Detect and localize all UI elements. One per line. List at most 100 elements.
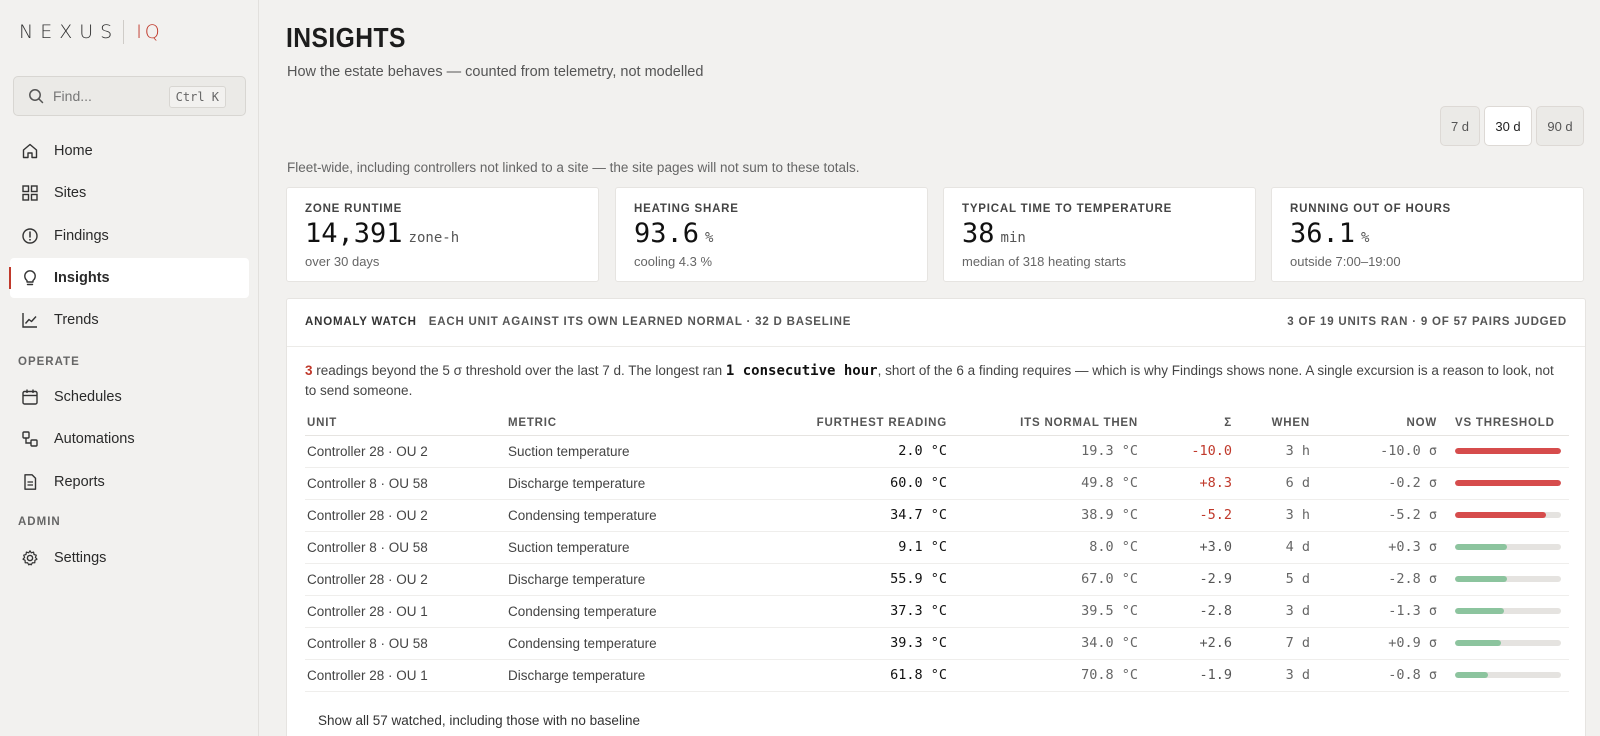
kpi-label: HEATING SHARE (634, 203, 739, 215)
furthest-cell: 9.1 °C (716, 531, 949, 564)
col-vs-threshold[interactable]: VS THRESHOLD (1439, 411, 1569, 436)
table-row[interactable]: Controller 28 · OU 2 Condensing temperatu… (305, 499, 1569, 532)
when-cell: 3 h (1234, 435, 1312, 468)
sidebar-item-settings[interactable]: Settings (10, 538, 249, 578)
threshold-bar-fill (1455, 640, 1501, 646)
panel-divider (287, 346, 1585, 347)
sidebar-item-reports[interactable]: Reports (10, 462, 249, 502)
kpi-value: 38 min (962, 218, 1026, 249)
table-row[interactable]: Controller 8 · OU 58 Condensing temperatu… (305, 627, 1569, 660)
main-content: INSIGHTS How the estate behaves — counte… (260, 0, 1600, 736)
sigma-cell: -10.0 (1140, 435, 1234, 468)
calendar-icon (20, 387, 40, 407)
col-furthest-reading[interactable]: FURTHEST READING (716, 411, 949, 436)
when-cell: 3 d (1234, 595, 1312, 628)
search-icon (29, 89, 44, 104)
summary-count: 3 (305, 363, 313, 378)
kpi-card-time-to-temperature: TYPICAL TIME TO TEMPERATURE 38 min median… (943, 187, 1256, 282)
metric-cell: Suction temperature (506, 531, 716, 564)
sidebar-item-findings[interactable]: Findings (10, 216, 249, 256)
col-sigma[interactable]: Σ (1140, 411, 1234, 436)
normal-cell: 49.8 °C (949, 467, 1140, 500)
col-unit[interactable]: UNIT (305, 411, 506, 436)
threshold-cell (1439, 531, 1569, 564)
sigma-cell: -5.2 (1140, 499, 1234, 532)
threshold-bar (1455, 640, 1561, 646)
sidebar-item-label: Automations (54, 431, 135, 447)
threshold-bar-fill (1455, 512, 1547, 518)
panel-subtitle: EACH UNIT AGAINST ITS OWN LEARNED NORMAL… (428, 316, 852, 328)
now-cell: +0.3 σ (1312, 531, 1439, 564)
sidebar-item-label: Home (54, 143, 93, 159)
brand-suffix: IQ (136, 21, 163, 43)
kpi-value: 93.6% (634, 218, 713, 249)
line-chart-icon (20, 310, 40, 330)
col-normal[interactable]: ITS NORMAL THEN (949, 411, 1140, 436)
kpi-value: 36.1% (1290, 218, 1369, 249)
sidebar-item-automations[interactable]: Automations (10, 419, 249, 459)
threshold-bar (1455, 544, 1561, 550)
kpi-unit: zone-h (408, 230, 460, 246)
sidebar-item-sites[interactable]: Sites (10, 173, 249, 213)
kpi-number: 38 (962, 218, 995, 249)
page-title: INSIGHTS (286, 22, 406, 53)
normal-cell: 38.9 °C (949, 499, 1140, 532)
normal-cell: 19.3 °C (949, 435, 1140, 468)
panel-stats: 3 OF 19 UNITS RAN · 9 OF 57 PAIRS JUDGED (1287, 316, 1567, 328)
nav-section-admin: ADMIN (18, 516, 61, 528)
search-box[interactable]: Ctrl K (13, 76, 246, 116)
threshold-bar-fill (1455, 672, 1488, 678)
brand-logo[interactable]: NEXUS IQ (19, 19, 163, 45)
col-when[interactable]: WHEN (1234, 411, 1312, 436)
unit-cell: Controller 28 · OU 1 (305, 659, 506, 692)
table-row[interactable]: Controller 28 · OU 2 Suction temperature 2… (305, 435, 1569, 468)
furthest-cell: 2.0 °C (716, 435, 949, 468)
table-row[interactable]: Controller 8 · OU 58 Discharge temperatur… (305, 467, 1569, 500)
sidebar-item-schedules[interactable]: Schedules (10, 377, 249, 417)
search-shortcut: Ctrl K (168, 86, 226, 108)
unit-cell: Controller 28 · OU 2 (305, 435, 506, 468)
when-cell: 3 h (1234, 499, 1312, 532)
threshold-cell (1439, 499, 1569, 532)
col-now[interactable]: NOW (1312, 411, 1439, 436)
anomaly-summary: 3 readings beyond the 5 σ threshold over… (305, 361, 1565, 401)
normal-cell: 67.0 °C (949, 563, 1140, 596)
sigma-cell: +3.0 (1140, 531, 1234, 564)
sidebar-item-trends[interactable]: Trends (10, 300, 249, 340)
kpi-unit: % (1361, 230, 1370, 246)
kpi-footnote: median of 318 heating starts (962, 254, 1127, 269)
panel-heading: ANOMALY WATCH EACH UNIT AGAINST ITS OWN L… (305, 316, 851, 328)
page-subtitle: How the estate behaves — counted from te… (287, 64, 704, 80)
sidebar-item-home[interactable]: Home (10, 131, 249, 171)
col-metric[interactable]: METRIC (506, 411, 716, 436)
grid-icon (20, 183, 40, 203)
kpi-card-zone-runtime: ZONE RUNTIME 14,391 zone-h over 30 days (286, 187, 599, 282)
table-row[interactable]: Controller 28 · OU 1 Discharge temperatur… (305, 659, 1569, 692)
kpi-number: 93.6 (634, 218, 700, 249)
sidebar-item-label: Trends (54, 312, 99, 328)
table-row[interactable]: Controller 28 · OU 1 Condensing temperatu… (305, 595, 1569, 628)
threshold-bar (1455, 608, 1561, 614)
search-input[interactable] (53, 88, 163, 104)
range-90d-button[interactable]: 90 d (1536, 106, 1584, 146)
normal-cell: 70.8 °C (949, 659, 1140, 692)
summary-text-a: readings beyond the 5 σ threshold over t… (312, 363, 726, 378)
sidebar-item-label: Sites (54, 185, 87, 201)
table-header-row: UNIT METRIC FURTHEST READING ITS NORMAL … (305, 411, 1569, 436)
sigma-cell: -2.8 (1140, 595, 1234, 628)
unit-cell: Controller 28 · OU 1 (305, 595, 506, 628)
sidebar-item-insights[interactable]: Insights (9, 258, 249, 298)
range-30d-button[interactable]: 30 d (1484, 106, 1532, 146)
workflow-icon (20, 429, 40, 449)
threshold-cell (1439, 435, 1569, 468)
table-row[interactable]: Controller 28 · OU 2 Discharge temperatur… (305, 563, 1569, 596)
show-all-link[interactable]: Show all 57 watched, including those wit… (318, 713, 640, 728)
unit-cell: Controller 8 · OU 58 (305, 531, 506, 564)
kpi-unit: % (705, 230, 714, 246)
range-7d-button[interactable]: 7 d (1440, 106, 1480, 146)
table-row[interactable]: Controller 8 · OU 58 Suction temperature 9… (305, 531, 1569, 564)
threshold-cell (1439, 467, 1569, 500)
normal-cell: 39.5 °C (949, 595, 1140, 628)
threshold-cell (1439, 595, 1569, 628)
threshold-bar (1455, 672, 1561, 678)
